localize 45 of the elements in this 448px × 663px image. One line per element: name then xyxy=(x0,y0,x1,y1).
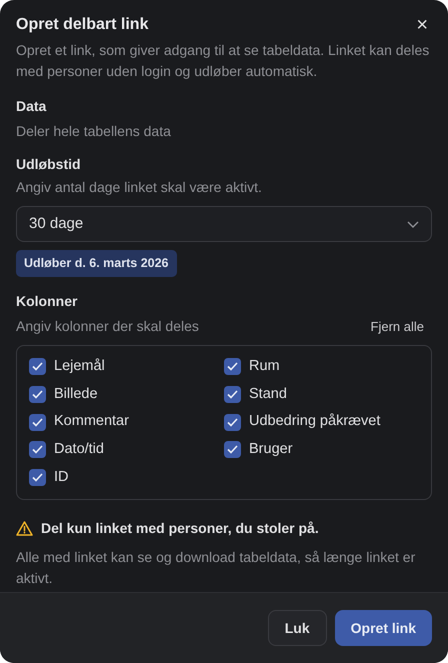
section-heading: Udløbstid xyxy=(16,155,82,174)
checkmark-icon xyxy=(32,473,43,482)
checkbox[interactable] xyxy=(224,441,241,458)
checkmark-icon xyxy=(32,390,43,399)
expiry-select[interactable]: 30 dage xyxy=(16,206,432,242)
section-hint: Angiv kolonner der skal deles xyxy=(16,316,199,336)
checkbox-label: Lejemål xyxy=(54,356,105,376)
checkbox-label: ID xyxy=(54,468,68,487)
checkbox[interactable] xyxy=(29,386,46,403)
checkmark-icon xyxy=(32,445,43,454)
checkbox-label: Udbedring påkrævet xyxy=(249,412,380,432)
close-button[interactable]: × xyxy=(412,15,432,35)
checkbox-label: Bruger xyxy=(249,440,293,459)
checkbox[interactable] xyxy=(29,469,46,486)
section-hint: Angiv antal dage linket skal være aktivt. xyxy=(16,178,263,197)
close-dialog-button[interactable]: Luk xyxy=(268,610,327,646)
checkmark-icon xyxy=(32,362,43,372)
checkbox-label: Stand xyxy=(249,384,287,404)
section-heading: Kolonner xyxy=(16,292,78,311)
checkmark-icon xyxy=(32,418,43,427)
warning-text: Alle med linket kan se og download tabeldata, så længe linket er aktivt. xyxy=(16,548,416,588)
checkbox[interactable] xyxy=(224,386,241,403)
checkbox[interactable] xyxy=(29,358,46,376)
checkbox[interactable] xyxy=(29,441,46,458)
checkbox-label: Dato/tid xyxy=(54,440,104,459)
section-text: Deler hele tabellens data xyxy=(16,122,172,141)
warning-title: Del kun linket med personer, du stoler på. xyxy=(41,518,319,538)
dialog-description: Opret et link, som giver adgang til at se tabeldata. Linket kan deles med personer uden login og udløber automatisk. xyxy=(16,41,430,81)
checkbox-label: Kommentar xyxy=(54,412,129,432)
checkbox-label: Rum xyxy=(249,356,280,376)
checkmark-icon xyxy=(227,390,238,399)
checkbox[interactable] xyxy=(224,414,241,431)
checkbox-label: Billede xyxy=(54,384,98,404)
create-link-button[interactable]: Opret link xyxy=(334,610,432,646)
expiry-badge: Udløber d. 6. marts 2026 xyxy=(16,250,177,277)
checkmark-icon xyxy=(227,418,238,427)
chevron-down-icon xyxy=(407,220,419,228)
checkbox[interactable] xyxy=(224,358,241,376)
checkmark-icon xyxy=(227,362,238,372)
checkmark-icon xyxy=(227,445,238,454)
warning-icon xyxy=(16,520,33,536)
section-heading: Data xyxy=(16,97,48,116)
remove-all-link[interactable]: Fjern alle xyxy=(370,316,424,336)
dialog-title: Opret delbart link xyxy=(16,15,148,35)
checkbox[interactable] xyxy=(29,414,46,431)
